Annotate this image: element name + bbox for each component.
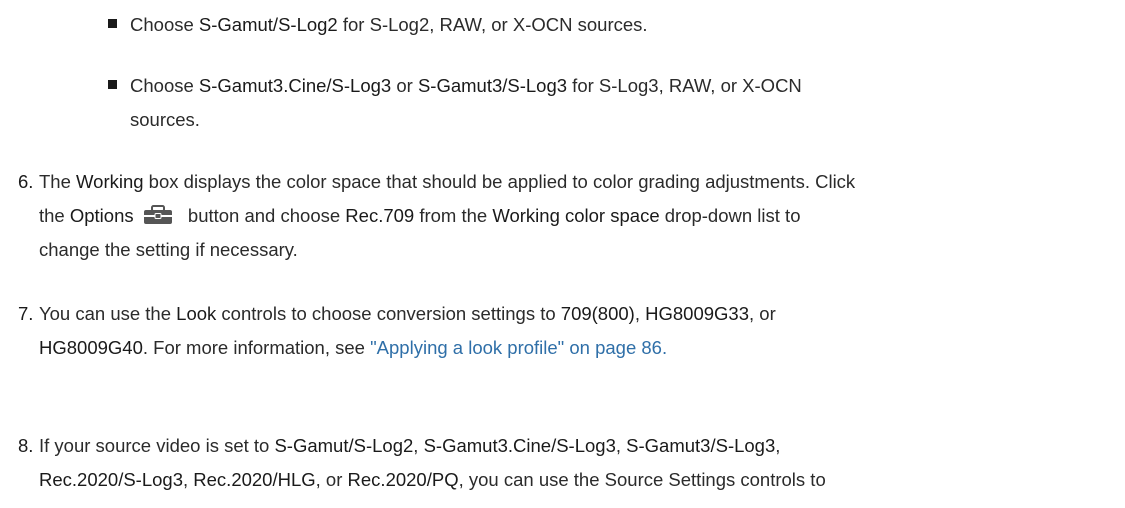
- bullet-text: Choose S-Gamut/S-Log2 for S-Log2, RAW, o…: [130, 8, 1008, 42]
- text-span: from the: [414, 205, 493, 226]
- step-number: 7.: [18, 303, 34, 324]
- ui-term: Rec.2020/PQ: [347, 469, 459, 490]
- ui-term: Rec.2020/HLG: [193, 469, 316, 490]
- text-span: Choose: [130, 75, 199, 96]
- step-8: 8. If your source video is set to S-Gamu…: [18, 429, 1108, 497]
- text-span: the: [39, 205, 70, 226]
- ui-term: Rec.2020/S-Log3: [39, 469, 183, 490]
- toolbox-icon: [143, 205, 172, 224]
- text-span: sources.: [130, 109, 200, 130]
- text-span: If your source video is set to: [39, 435, 275, 456]
- text-span: for S-Log3, RAW, or X-OCN: [567, 75, 802, 96]
- text-span: ,: [634, 303, 646, 324]
- text-span: ,: [775, 435, 781, 456]
- step-7: 7. You can use the Look controls to choo…: [18, 297, 1108, 365]
- step-number: 8.: [18, 435, 34, 456]
- ui-term: S-Gamut3.Cine/S-Log3: [423, 435, 616, 456]
- text-span: drop-down list to: [659, 205, 801, 226]
- text-span: controls to choose conversion settings t…: [216, 303, 561, 324]
- text-span: , you can use the Source Settings contro…: [458, 469, 826, 490]
- document-page: Choose S-Gamut/S-Log2 for S-Log2, RAW, o…: [0, 0, 1125, 508]
- ui-term: Working: [76, 171, 144, 192]
- step-text: If your source video is set to S-Gamut/S…: [39, 429, 1108, 497]
- text-span: box displays the color space that should…: [143, 171, 856, 192]
- ui-term: HG8009G40: [39, 337, 143, 358]
- step-text: The Working box displays the color space…: [39, 165, 1108, 267]
- text-span: The: [39, 171, 77, 192]
- text-span: Choose: [130, 14, 199, 35]
- text-span: , or: [315, 469, 348, 490]
- ui-term: S-Gamut3/S-Log3: [626, 435, 776, 456]
- bullet-marker: [108, 80, 117, 89]
- ui-term: Look: [176, 303, 217, 324]
- step-6: 6. The Working box displays the color sp…: [18, 165, 1108, 267]
- text-span: change the setting if necessary.: [39, 239, 298, 260]
- list-item: Choose S-Gamut3.Cine/S-Log3 or S-Gamut3/…: [108, 69, 1008, 137]
- text-span: button and choose: [182, 205, 346, 226]
- text-span: , or: [749, 303, 776, 324]
- ui-term: S-Gamut/S-Log2: [274, 435, 414, 456]
- text-span: You can use the: [39, 303, 177, 324]
- step-number: 6.: [18, 171, 34, 192]
- text-span: . For more information, see: [142, 337, 371, 358]
- ui-term: Working color space: [492, 205, 660, 226]
- text-span: for S-Log2, RAW, or X-OCN sources.: [337, 14, 648, 35]
- text-span: ,: [183, 469, 194, 490]
- ui-term: Options: [69, 205, 134, 226]
- ui-term: S-Gamut3.Cine/S-Log3: [198, 75, 392, 96]
- cross-reference-link[interactable]: "Applying a look profile" on page 86.: [370, 337, 667, 358]
- ui-term: S-Gamut3/S-Log3: [417, 75, 568, 96]
- ui-term: S-Gamut/S-Log2: [198, 14, 338, 35]
- text-span: or: [391, 75, 418, 96]
- step-text: You can use the Look controls to choose …: [39, 297, 1108, 365]
- text-span: ,: [413, 435, 424, 456]
- bullet-text: Choose S-Gamut3.Cine/S-Log3 or S-Gamut3/…: [130, 69, 1008, 137]
- ui-term: 709(800): [560, 303, 635, 324]
- bullet-marker: [108, 19, 117, 28]
- ui-term: HG8009G33: [645, 303, 749, 324]
- ui-term: Rec.709: [345, 205, 415, 226]
- text-span: ,: [615, 435, 627, 456]
- list-item: Choose S-Gamut/S-Log2 for S-Log2, RAW, o…: [108, 8, 1008, 42]
